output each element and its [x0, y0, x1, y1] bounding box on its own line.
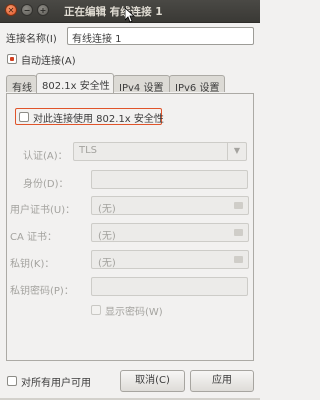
security-panel: 对此连接使用 802.1x 安全性 认证(A)： TLS ▼ 身份(D)： 用户… — [6, 93, 254, 361]
auth-label: 认证(A)： — [23, 151, 68, 162]
auto-connect-checkbox[interactable] — [7, 54, 17, 64]
private-key-value: (无) — [98, 258, 116, 269]
auto-connect-label: 自动连接(A) — [21, 56, 76, 67]
cancel-button[interactable]: 取消(C) — [120, 370, 185, 392]
user-cert-value: (无) — [98, 204, 116, 215]
private-key-chooser[interactable]: (无) — [91, 250, 249, 269]
auth-select[interactable]: TLS ▼ — [73, 142, 247, 161]
tab-wired[interactable]: 有线 — [6, 75, 37, 94]
private-key-label: 私钥(K)： — [10, 259, 55, 270]
tab-ipv6-settings[interactable]: IPv6 设置 — [169, 75, 225, 94]
title-bar[interactable]: ✕ − + 正在编辑 有线连接 1 — [0, 0, 260, 23]
identity-input[interactable] — [91, 170, 248, 189]
ca-cert-chooser[interactable]: (无) — [91, 223, 249, 242]
apply-button[interactable]: 应用 — [190, 370, 254, 392]
folder-icon — [234, 229, 243, 236]
show-password-checkbox[interactable] — [91, 305, 101, 315]
minimize-window-button[interactable]: − — [21, 4, 33, 16]
use-8021x-label: 对此连接使用 802.1x 安全性 — [33, 114, 164, 125]
all-users-checkbox[interactable] — [7, 376, 17, 386]
tab-8021x-security[interactable]: 802.1x 安全性 — [36, 73, 114, 93]
tab-ipv4-settings[interactable]: IPv4 设置 — [113, 75, 170, 94]
close-window-button[interactable]: ✕ — [5, 4, 17, 16]
mouse-pointer-icon — [125, 8, 135, 23]
connection-name-label: 连接名称(I) — [6, 34, 57, 45]
use-8021x-checkbox[interactable] — [19, 112, 29, 122]
folder-icon — [234, 202, 243, 209]
user-cert-chooser[interactable]: (无) — [91, 196, 249, 215]
private-key-password-label: 私钥密码(P)： — [10, 286, 74, 297]
ca-cert-value: (无) — [98, 231, 116, 242]
show-password-label: 显示密码(W) — [105, 307, 163, 318]
private-key-password-input[interactable] — [91, 277, 248, 296]
maximize-window-button[interactable]: + — [37, 4, 49, 16]
ca-cert-label: CA 证书： — [10, 232, 58, 243]
window-title: 正在编辑 有线连接 1 — [64, 6, 163, 18]
auth-value: TLS — [79, 145, 98, 156]
user-cert-label: 用户证书(U)： — [10, 205, 76, 216]
identity-label: 身份(D)： — [23, 179, 69, 190]
chevron-down-icon: ▼ — [227, 143, 246, 160]
folder-icon — [234, 256, 243, 263]
all-users-label: 对所有用户可用 — [21, 378, 91, 389]
connection-name-input[interactable]: 有线连接 1 — [67, 27, 254, 45]
